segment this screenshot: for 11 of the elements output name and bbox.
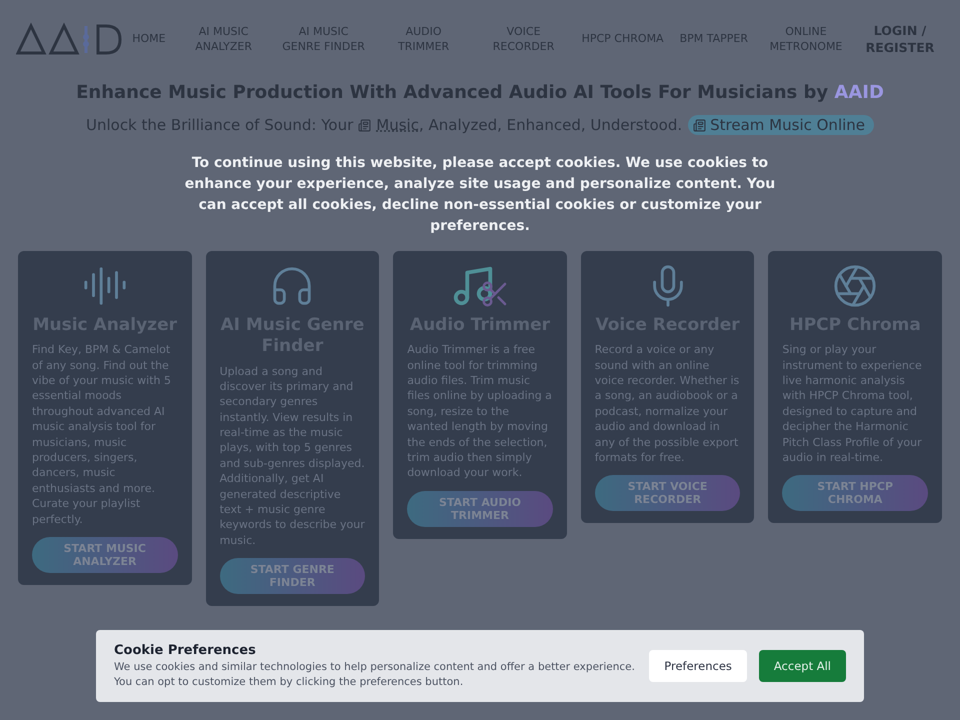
preferences-button[interactable]: Preferences [649,650,747,682]
banner-title: Cookie Preferences [114,642,257,658]
newspaper-icon [693,118,706,132]
logo[interactable] [16,22,122,56]
banner-text: We use cookies and similar technologies to help personalize content and offer a better experience. [114,660,636,674]
cookie-consent-message: To continue using this website, please accept cookies. We use cookies to enhance your experience, analyze site usage and personalize content. You can accept all cookies, decline non-essential cookies or customize your preferences. [184,154,776,236]
aperture-icon [832,263,878,309]
stream-music-button[interactable]: Stream Music Online [688,115,874,135]
newspaper-icon [358,118,372,132]
accept-all-button[interactable]: Accept All [758,650,846,682]
banner-text: You can opt to customize them by clicking the preferences button. [114,674,464,690]
